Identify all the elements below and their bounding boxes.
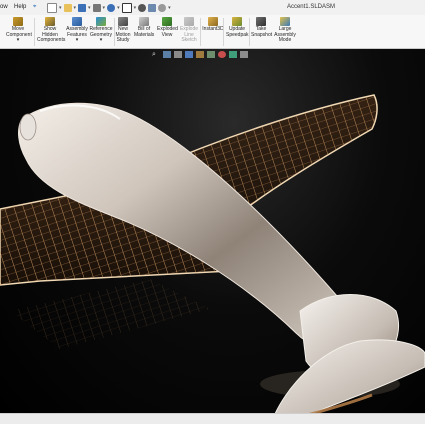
file-properties-icon[interactable] [148, 3, 157, 12]
new-motion-study-label: New Motion Study [115, 26, 131, 44]
save-icon[interactable] [78, 3, 87, 12]
ribbon-divider [249, 18, 250, 46]
select-cursor-icon[interactable] [121, 2, 132, 13]
instant3d-label: Instant3D [202, 26, 224, 32]
chevron-down-icon[interactable]: ▾ [117, 5, 120, 11]
reference-geometry-icon [96, 17, 106, 26]
rebuild-icon[interactable] [138, 3, 147, 12]
chevron-down-icon[interactable]: ▾ [66, 38, 88, 44]
section-view-icon[interactable] [174, 51, 182, 58]
quick-access-toolbar: ▾ ▾ ▾ ▾ ▾ ▾ ▾ [47, 2, 171, 13]
view-orientation-icon[interactable] [185, 51, 193, 58]
print-icon[interactable] [92, 3, 101, 12]
explode-line-sketch-button[interactable]: Explode Line Sketch [179, 17, 199, 44]
show-hidden-icon [45, 17, 55, 26]
large-assembly-mode-button[interactable]: Large Assembly Mode [274, 17, 296, 44]
bill-of-materials-button[interactable]: Bill of Materials [134, 17, 154, 38]
move-component-button[interactable]: Move Component ▾ [6, 17, 32, 44]
new-motion-study-button[interactable]: New Motion Study [115, 17, 131, 44]
assembly-features-icon [72, 17, 82, 26]
nose-cone [19, 113, 37, 141]
instant3d-button[interactable]: Instant3D [202, 17, 224, 33]
ribbon-divider [200, 18, 201, 46]
options-gear-icon[interactable] [158, 3, 167, 12]
view-settings-icon[interactable] [240, 51, 248, 58]
take-snapshot-label: Take Snapshot [251, 26, 273, 38]
large-assembly-mode-label: Large Assembly Mode [274, 26, 296, 44]
exploded-view-icon [162, 17, 172, 26]
explode-line-sketch-label: Explode Line Sketch [179, 26, 199, 44]
chevron-down-icon[interactable]: ▾ [134, 5, 137, 11]
chevron-down-icon[interactable]: ▾ [89, 38, 113, 44]
ribbon-divider [34, 18, 35, 46]
undo-icon[interactable] [107, 3, 116, 12]
status-bar [0, 413, 425, 424]
chevron-down-icon[interactable]: ▾ [103, 5, 106, 11]
document-title: Accent1.SLDASM [286, 4, 335, 10]
instant3d-icon [208, 17, 218, 26]
assembly-features-button[interactable]: Assembly Features ▾ [66, 17, 88, 44]
exploded-view-button[interactable]: Exploded View [157, 17, 178, 38]
airplane-model[interactable] [0, 49, 425, 424]
chevron-down-icon[interactable]: ▾ [6, 38, 30, 44]
speedpak-icon [232, 17, 242, 26]
title-bar: ow Help ⌖ ▾ ▾ ▾ ▾ ▾ ▾ ▾ Accent1.SLDASM [0, 0, 425, 16]
scene-icon[interactable] [229, 51, 237, 58]
ribbon-divider [223, 18, 224, 46]
new-document-icon[interactable] [47, 2, 57, 13]
camera-icon [256, 17, 266, 26]
bom-icon [139, 17, 149, 26]
heads-up-view-toolbar: ⌕ [152, 51, 248, 58]
chevron-down-icon[interactable]: ▾ [59, 5, 62, 11]
reference-geometry-button[interactable]: Reference Geometry ▾ [89, 17, 113, 44]
large-assembly-icon [280, 17, 290, 26]
graphics-area[interactable]: ⌕ [0, 49, 425, 424]
zoom-area-icon[interactable] [163, 51, 171, 58]
motion-study-icon [118, 17, 128, 26]
search-icon[interactable]: ⌕ [152, 51, 160, 58]
show-hidden-label: Show Hidden Components [37, 26, 66, 44]
appearance-icon[interactable] [218, 51, 226, 58]
exploded-view-label: Exploded View [157, 26, 178, 38]
pin-icon[interactable]: ⌖ [33, 4, 36, 11]
bill-of-materials-label: Bill of Materials [134, 26, 155, 38]
hide-show-icon[interactable] [207, 51, 215, 58]
move-component-icon [13, 17, 23, 26]
solidworks-window: ow Help ⌖ ▾ ▾ ▾ ▾ ▾ ▾ ▾ Accent1.SLDASM M… [0, 0, 425, 424]
command-manager-ribbon: Move Component ▾ Show Hidden Components … [0, 15, 425, 49]
chevron-down-icon[interactable]: ▾ [74, 5, 77, 11]
show-hidden-components-button[interactable]: Show Hidden Components [37, 17, 66, 44]
menu-window[interactable]: ow [0, 4, 8, 10]
display-style-icon[interactable] [196, 51, 204, 58]
chevron-down-icon[interactable]: ▾ [88, 5, 91, 11]
update-speedpak-button[interactable]: Update Speedpak [226, 17, 249, 38]
take-snapshot-button[interactable]: Take Snapshot [251, 17, 273, 38]
update-speedpak-label: Update Speedpak [226, 26, 249, 38]
chevron-down-icon[interactable]: ▾ [168, 5, 171, 11]
open-folder-icon[interactable] [63, 3, 72, 12]
menu-help[interactable]: Help [14, 4, 26, 10]
explode-line-sketch-icon [184, 17, 194, 26]
